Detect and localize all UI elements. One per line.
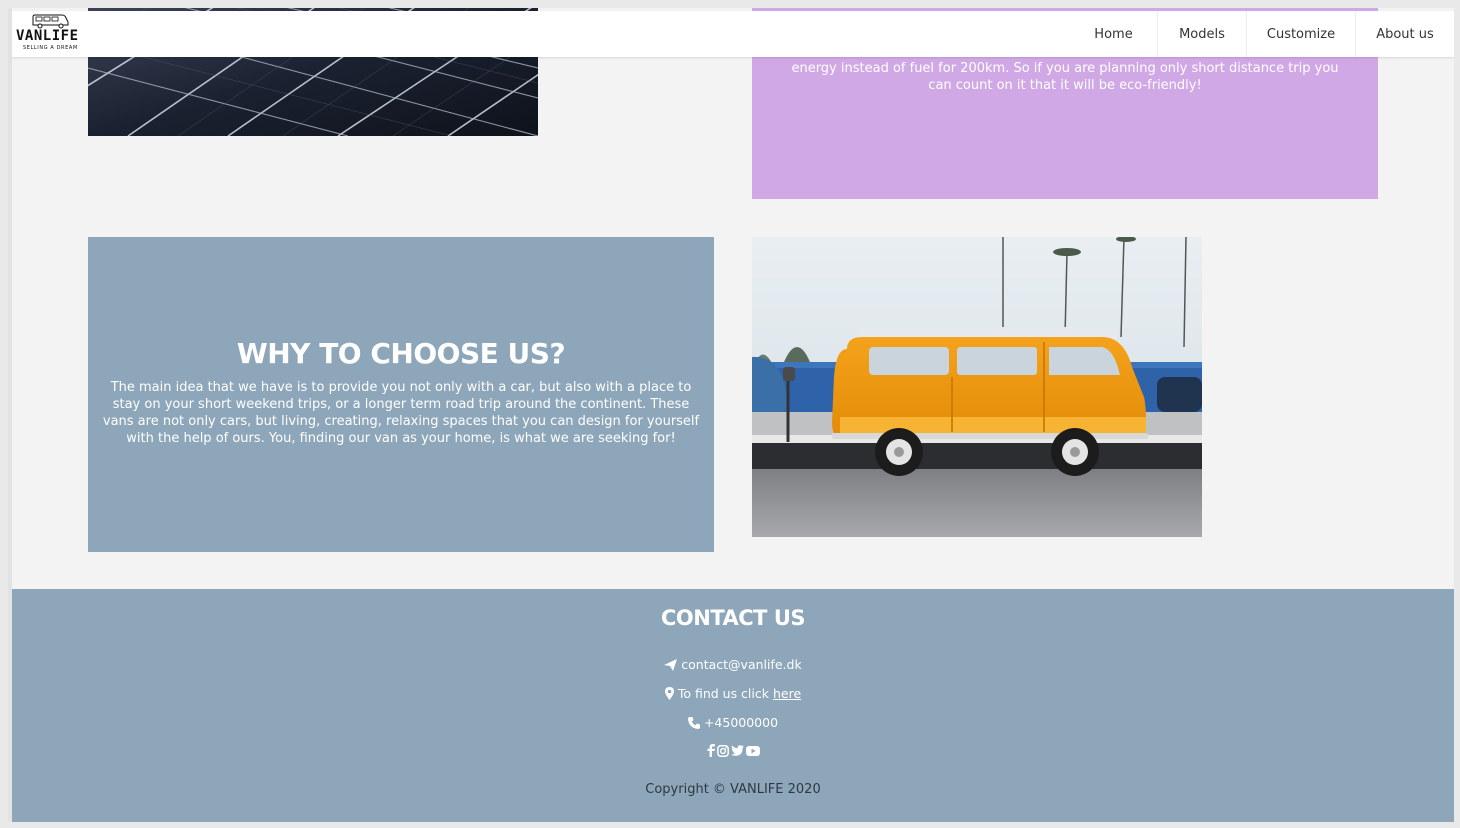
yellow-van-image	[752, 237, 1202, 537]
why-choose-us-section: WHY TO CHOOSE US? The main idea that we …	[88, 237, 714, 552]
eco-info-text: energy instead of fuel for 200km. So if …	[791, 61, 1339, 93]
why-text: The main idea that we have is to provide…	[102, 380, 700, 446]
contact-phone-text: +45000000	[703, 715, 779, 730]
contact-title: CONTACT US	[660, 606, 806, 630]
map-marker-icon	[664, 687, 674, 700]
contact-location: To find us click here	[12, 686, 1454, 701]
browser-frame: VANLIFE SELLING A DREAM Home Models Cust…	[8, 8, 1454, 822]
twitter-icon[interactable]	[730, 745, 744, 756]
instagram-icon[interactable]	[716, 744, 729, 757]
contact-phone[interactable]: +45000000	[12, 715, 1454, 730]
logo-title: VANLIFE	[16, 28, 79, 44]
nav-models[interactable]: Models	[1157, 11, 1246, 57]
nav-home[interactable]: Home	[1070, 11, 1157, 57]
contact-email[interactable]: contact@vanlife.dk	[12, 657, 1454, 672]
find-us-text: To find us click	[677, 686, 769, 701]
main-nav: Home Models Customize About us	[1070, 11, 1454, 57]
footer: CONTACT US contact@vanlife.dk To find us…	[12, 589, 1454, 822]
youtube-icon[interactable]	[745, 745, 760, 756]
logo[interactable]: VANLIFE SELLING A DREAM	[14, 11, 94, 57]
social-links	[12, 744, 1454, 757]
paper-plane-icon	[664, 658, 678, 671]
facebook-icon[interactable]	[707, 744, 715, 757]
navbar: VANLIFE SELLING A DREAM Home Models Cust…	[12, 11, 1454, 57]
find-us-link[interactable]: here	[773, 686, 801, 701]
nav-about-us[interactable]: About us	[1355, 11, 1454, 57]
contact-email-text: contact@vanlife.dk	[681, 657, 802, 672]
logo-subtitle: SELLING A DREAM	[23, 45, 78, 51]
why-title: WHY TO CHOOSE US?	[236, 337, 566, 370]
nav-customize[interactable]: Customize	[1246, 11, 1355, 57]
van-logo-icon	[32, 14, 69, 29]
copyright-text: Copyright © VANLIFE 2020	[645, 782, 821, 797]
phone-icon	[687, 716, 700, 729]
